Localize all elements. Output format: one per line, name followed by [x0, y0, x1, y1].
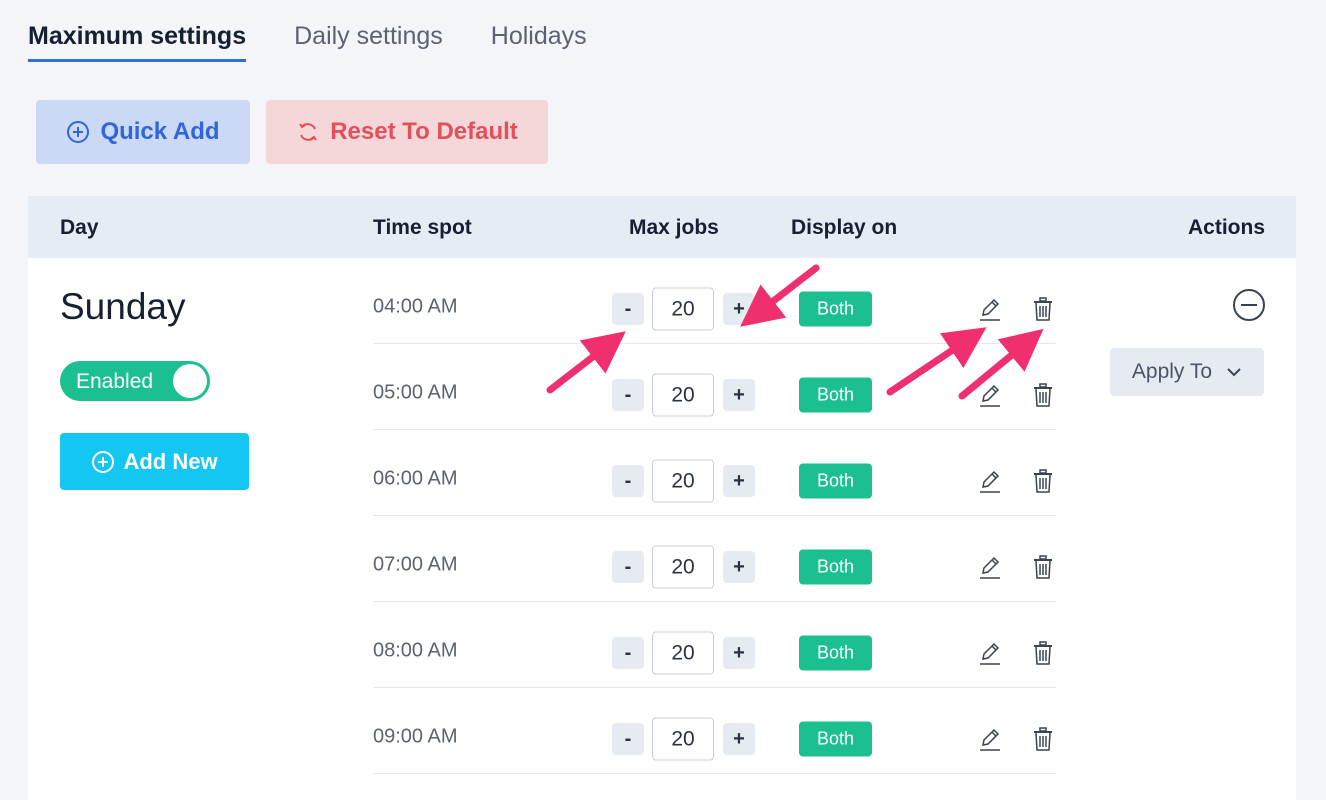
time-spot: 05:00 AM: [373, 381, 458, 404]
max-jobs-input[interactable]: [652, 287, 714, 331]
add-new-label: Add New: [123, 448, 218, 474]
table-row: 05:00 AM - + Both: [373, 344, 1056, 430]
max-jobs-input[interactable]: [652, 631, 714, 675]
increment-button[interactable]: +: [723, 293, 755, 325]
chevron-down-icon: [1227, 368, 1241, 377]
apply-to-label: Apply To: [1131, 360, 1213, 383]
max-jobs-input[interactable]: [652, 373, 714, 417]
display-on-badge: Both: [799, 463, 872, 499]
increment-button[interactable]: +: [723, 637, 755, 669]
table-row: 06:00 AM - + Both: [373, 430, 1056, 516]
decrement-button[interactable]: -: [612, 379, 644, 411]
display-on-badge: Both: [799, 377, 872, 413]
decrement-button[interactable]: -: [612, 293, 644, 325]
display-on-badge: Both: [799, 549, 872, 585]
header-max-jobs: Max jobs: [629, 216, 719, 239]
display-on-badge: Both: [799, 721, 872, 757]
reset-to-default-button[interactable]: Reset To Default: [266, 100, 548, 164]
decrement-button[interactable]: -: [612, 465, 644, 497]
header-display-on: Display on: [791, 216, 898, 239]
display-on-badge: Both: [799, 291, 872, 327]
time-spot: 07:00 AM: [373, 553, 458, 576]
minus-circle-icon[interactable]: [1232, 288, 1266, 322]
time-spot: 08:00 AM: [373, 639, 458, 662]
tab-daily-settings[interactable]: Daily settings: [294, 22, 443, 62]
increment-button[interactable]: +: [723, 723, 755, 755]
table-row: 07:00 AM - + Both: [373, 516, 1056, 602]
enabled-toggle[interactable]: Enabled: [60, 361, 210, 401]
max-jobs-input[interactable]: [652, 459, 714, 503]
decrement-button[interactable]: -: [612, 551, 644, 583]
display-on-badge: Both: [799, 635, 872, 671]
trash-icon[interactable]: [1032, 468, 1054, 494]
increment-button[interactable]: +: [723, 379, 755, 411]
plus-circle-icon: [67, 121, 90, 143]
header-day: Day: [60, 216, 99, 239]
trash-icon[interactable]: [1032, 382, 1054, 408]
table-row: 09:00 AM - + Both: [373, 688, 1056, 774]
header-time-spot: Time spot: [373, 216, 472, 239]
trash-icon[interactable]: [1032, 554, 1054, 580]
toggle-label: Enabled: [76, 370, 154, 393]
tab-maximum-settings[interactable]: Maximum settings: [28, 22, 247, 62]
time-spot: 09:00 AM: [373, 725, 458, 748]
max-jobs-input[interactable]: [652, 545, 714, 589]
time-spot: 04:00 AM: [373, 295, 458, 318]
quick-add-button[interactable]: Quick Add: [36, 100, 250, 164]
schedule-table: Day Time spot Max jobs Display on Action…: [28, 196, 1296, 800]
trash-icon[interactable]: [1032, 296, 1054, 322]
pencil-icon[interactable]: [978, 468, 1002, 494]
table-header: Day Time spot Max jobs Display on Action…: [28, 196, 1296, 258]
reset-to-default-label: Reset To Default: [330, 118, 518, 145]
pencil-icon[interactable]: [978, 726, 1002, 752]
pencil-icon[interactable]: [978, 554, 1002, 580]
tab-holidays[interactable]: Holidays: [491, 22, 587, 62]
table-row: 08:00 AM - + Both: [373, 602, 1056, 688]
trash-icon[interactable]: [1032, 726, 1054, 752]
table-row: 04:00 AM - + Both: [373, 258, 1056, 344]
pencil-icon[interactable]: [978, 296, 1002, 322]
increment-button[interactable]: +: [723, 551, 755, 583]
increment-button[interactable]: +: [723, 465, 755, 497]
quick-add-label: Quick Add: [100, 118, 220, 145]
time-spot: 06:00 AM: [373, 467, 458, 490]
toggle-knob: [173, 364, 207, 398]
pencil-icon[interactable]: [978, 640, 1002, 666]
trash-icon[interactable]: [1032, 640, 1054, 666]
header-actions: Actions: [1188, 216, 1266, 239]
tab-bar: Maximum settings Daily settings Holidays: [28, 22, 587, 62]
time-slot-list: 04:00 AM - + Both 05:00 AM - + Both: [373, 258, 1056, 774]
day-name: Sunday: [60, 286, 186, 327]
pencil-icon[interactable]: [978, 382, 1002, 408]
decrement-button[interactable]: -: [612, 723, 644, 755]
plus-circle-icon: [92, 450, 115, 473]
refresh-icon: [299, 123, 318, 141]
max-jobs-input[interactable]: [652, 717, 714, 761]
decrement-button[interactable]: -: [612, 637, 644, 669]
apply-to-dropdown[interactable]: Apply To: [1110, 348, 1264, 396]
add-new-button[interactable]: Add New: [60, 433, 249, 490]
